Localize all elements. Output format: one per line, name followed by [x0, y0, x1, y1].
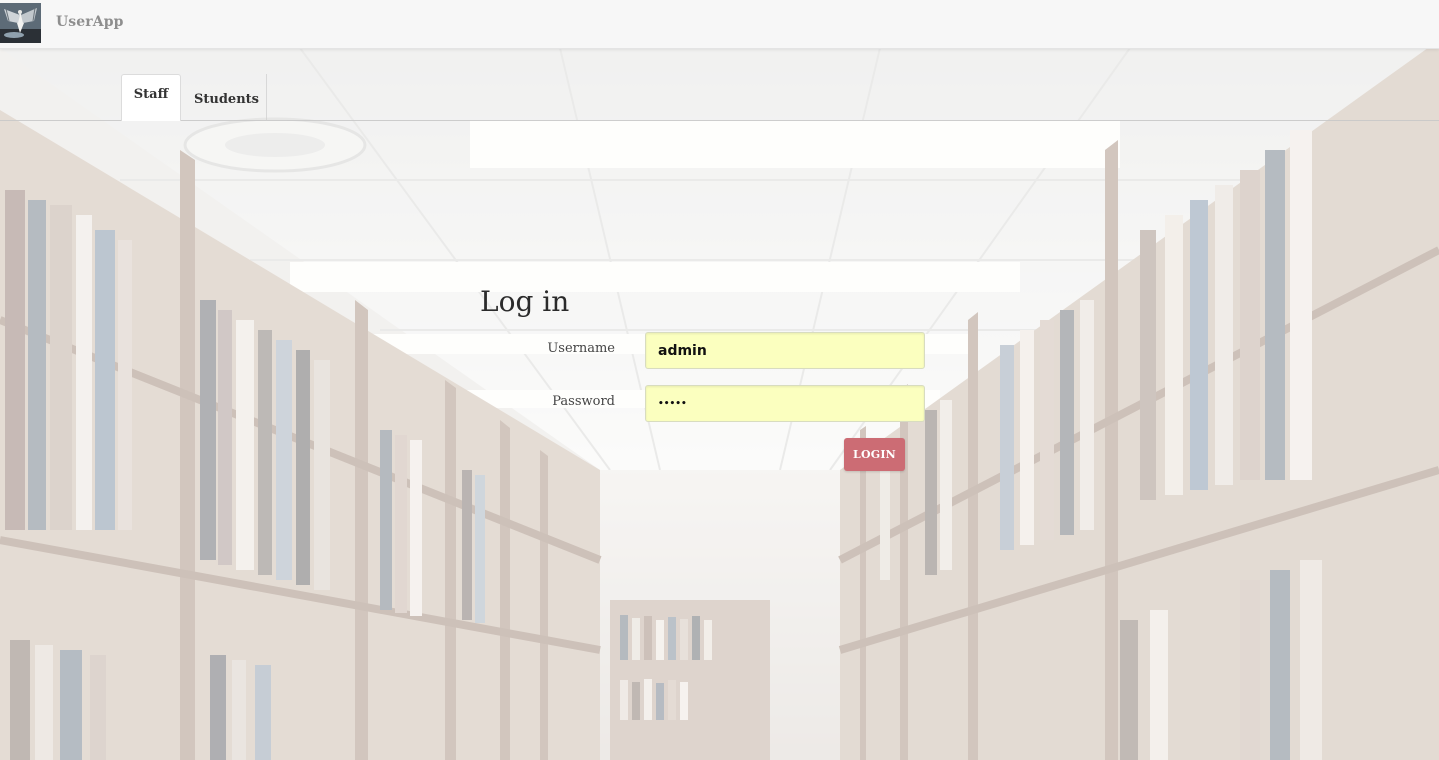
username-label: Username [547, 341, 615, 356]
tab-students[interactable]: Students [187, 74, 267, 121]
tab-staff[interactable]: Staff [121, 74, 181, 121]
username-field[interactable] [645, 332, 925, 369]
login-title: Log in [480, 285, 570, 318]
app-brand-name[interactable]: UserApp [56, 14, 124, 30]
bat-photo-logo-icon[interactable] [0, 3, 41, 43]
top-navbar: UserApp [0, 0, 1439, 49]
user-type-tabs: Staff Students [0, 74, 1439, 121]
password-field[interactable] [645, 385, 925, 422]
login-button[interactable]: LOGIN [844, 438, 905, 471]
password-label: Password [552, 394, 615, 409]
